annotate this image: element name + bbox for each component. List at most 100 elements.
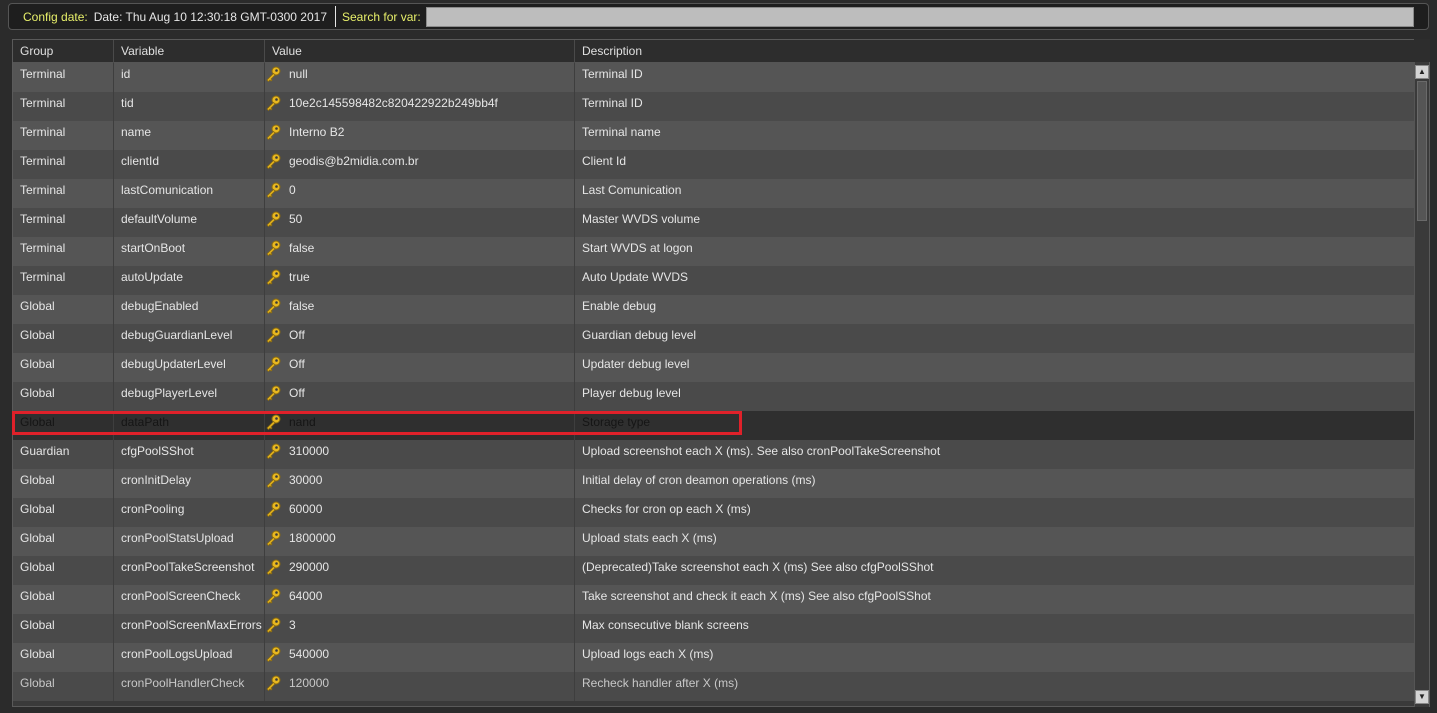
cell-value[interactable]: Interno B2: [265, 121, 575, 150]
table-row[interactable]: Terminal startOnBoot false Start WVDS at…: [13, 237, 1415, 266]
cell-value-text: 10e2c145598482c820422922b249bb4f: [289, 96, 498, 110]
table-row[interactable]: Global cronPoolScreenMaxErrors 3 Max con…: [13, 614, 1415, 643]
cell-value[interactable]: 60000: [265, 498, 575, 527]
table-row[interactable]: Global cronPoolScreenCheck 64000 Take sc…: [13, 585, 1415, 614]
cell-value[interactable]: 0: [265, 179, 575, 208]
scroll-down-icon[interactable]: ▼: [1415, 690, 1429, 704]
cell-value-text: null: [289, 67, 308, 81]
cell-variable: startOnBoot: [114, 237, 265, 266]
cell-value[interactable]: Off: [265, 353, 575, 382]
cell-group: Global: [13, 353, 114, 382]
table-row[interactable]: Global dataPath nand Storage type: [13, 411, 1415, 440]
cell-variable: debugPlayerLevel: [114, 382, 265, 411]
key-icon[interactable]: [265, 559, 281, 576]
key-icon[interactable]: [265, 646, 281, 663]
key-icon[interactable]: [265, 588, 281, 605]
column-header-group[interactable]: Group: [13, 40, 114, 63]
table-row[interactable]: Terminal id null Terminal ID: [13, 63, 1415, 92]
cell-description: Take screenshot and check it each X (ms)…: [582, 589, 931, 603]
key-icon[interactable]: [265, 530, 281, 547]
cell-value[interactable]: 290000: [265, 556, 575, 585]
table-row[interactable]: Global cronPoolHandlerCheck 120000 Reche…: [13, 672, 1415, 701]
table-row[interactable]: Terminal name Interno B2 Terminal name: [13, 121, 1415, 150]
cell-variable: cronPoolScreenMaxErrors: [114, 614, 265, 643]
key-icon[interactable]: [265, 269, 281, 286]
key-icon[interactable]: [265, 211, 281, 228]
table-row[interactable]: Global debugEnabled false Enable debug: [13, 295, 1415, 324]
key-icon[interactable]: [265, 414, 281, 431]
key-icon[interactable]: [265, 327, 281, 344]
table-row[interactable]: Terminal tid 10e2c145598482c820422922b24…: [13, 92, 1415, 121]
cell-variable: cronInitDelay: [114, 469, 265, 498]
cell-value-text: 60000: [289, 502, 323, 516]
cell-variable: tid: [114, 92, 265, 121]
config-date-label: Config date:: [23, 9, 88, 24]
table-row[interactable]: Global cronPoolLogsUpload 540000 Upload …: [13, 643, 1415, 672]
cell-value[interactable]: false: [265, 237, 575, 266]
key-icon[interactable]: [265, 153, 281, 170]
table-row[interactable]: Global debugPlayerLevel Off Player debug…: [13, 382, 1415, 411]
key-icon[interactable]: [265, 675, 281, 692]
cell-value-text: Interno B2: [289, 125, 345, 139]
cell-value[interactable]: 30000: [265, 469, 575, 498]
key-icon[interactable]: [265, 443, 281, 460]
cell-group: Terminal: [13, 150, 114, 179]
key-icon[interactable]: [265, 124, 281, 141]
cell-value-text: geodis@b2midia.com.br: [289, 154, 419, 168]
cell-value[interactable]: 1800000: [265, 527, 575, 556]
key-icon[interactable]: [265, 298, 281, 315]
cell-description: Upload screenshot each X (ms). See also …: [582, 444, 941, 458]
table-row[interactable]: Global cronPoolStatsUpload 1800000 Uploa…: [13, 527, 1415, 556]
table-row[interactable]: Global debugGuardianLevel Off Guardian d…: [13, 324, 1415, 353]
key-icon[interactable]: [265, 66, 281, 83]
key-icon[interactable]: [265, 95, 281, 112]
cell-description: Terminal ID: [582, 96, 643, 110]
column-header-description[interactable]: Description: [575, 40, 1415, 63]
cell-value[interactable]: 310000: [265, 440, 575, 469]
table-row[interactable]: Terminal defaultVolume 50 Master WVDS vo…: [13, 208, 1415, 237]
cell-variable: autoUpdate: [114, 266, 265, 295]
key-icon[interactable]: [265, 617, 281, 634]
cell-value[interactable]: 120000: [265, 672, 575, 701]
cell-value[interactable]: Off: [265, 382, 575, 411]
table-row[interactable]: Global cronPooling 60000 Checks for cron…: [13, 498, 1415, 527]
cell-value[interactable]: 50: [265, 208, 575, 237]
scroll-up-icon[interactable]: ▲: [1415, 65, 1429, 79]
vertical-scrollbar[interactable]: ▲ ▼: [1414, 62, 1429, 707]
cell-value[interactable]: null: [265, 63, 575, 92]
cell-value[interactable]: true: [265, 266, 575, 295]
column-header-value[interactable]: Value: [265, 40, 575, 63]
cell-value[interactable]: geodis@b2midia.com.br: [265, 150, 575, 179]
table-row[interactable]: Guardian cfgPoolSShot 310000 Upload scre…: [13, 440, 1415, 469]
cell-value-text: 540000: [289, 647, 330, 661]
column-header-variable[interactable]: Variable: [114, 40, 265, 63]
table-row[interactable]: Global cronPoolTakeScreenshot 290000 (De…: [13, 556, 1415, 585]
table-row[interactable]: Global debugUpdaterLevel Off Updater deb…: [13, 353, 1415, 382]
table-row[interactable]: Terminal autoUpdate true Auto Update WVD…: [13, 266, 1415, 295]
key-icon[interactable]: [265, 240, 281, 257]
table-row[interactable]: Terminal lastComunication 0 Last Comunic…: [13, 179, 1415, 208]
config-date-value: Date: Thu Aug 10 12:30:18 GMT-0300 2017: [93, 9, 327, 24]
cell-value[interactable]: 3: [265, 614, 575, 643]
key-icon[interactable]: [265, 356, 281, 373]
key-icon[interactable]: [265, 385, 281, 402]
cell-value[interactable]: Off: [265, 324, 575, 353]
cell-value[interactable]: 540000: [265, 643, 575, 672]
key-icon[interactable]: [265, 501, 281, 518]
cell-description: Guardian debug level: [582, 328, 697, 342]
cell-value[interactable]: nand: [265, 411, 575, 440]
cell-value[interactable]: 10e2c145598482c820422922b249bb4f: [265, 92, 575, 121]
search-input[interactable]: [425, 6, 1414, 27]
cell-description: Terminal ID: [582, 67, 643, 81]
cell-variable: debugEnabled: [114, 295, 265, 324]
scrollbar-thumb[interactable]: [1417, 81, 1427, 221]
table-row[interactable]: Global cronInitDelay 30000 Initial delay…: [13, 469, 1415, 498]
key-icon[interactable]: [265, 182, 281, 199]
header-corner: [1414, 39, 1430, 62]
key-icon[interactable]: [265, 472, 281, 489]
cell-group: Global: [13, 643, 114, 672]
cell-value[interactable]: 64000: [265, 585, 575, 614]
cell-variable: defaultVolume: [114, 208, 265, 237]
table-row[interactable]: Terminal clientId geodis@b2midia.com.br …: [13, 150, 1415, 179]
cell-value[interactable]: false: [265, 295, 575, 324]
